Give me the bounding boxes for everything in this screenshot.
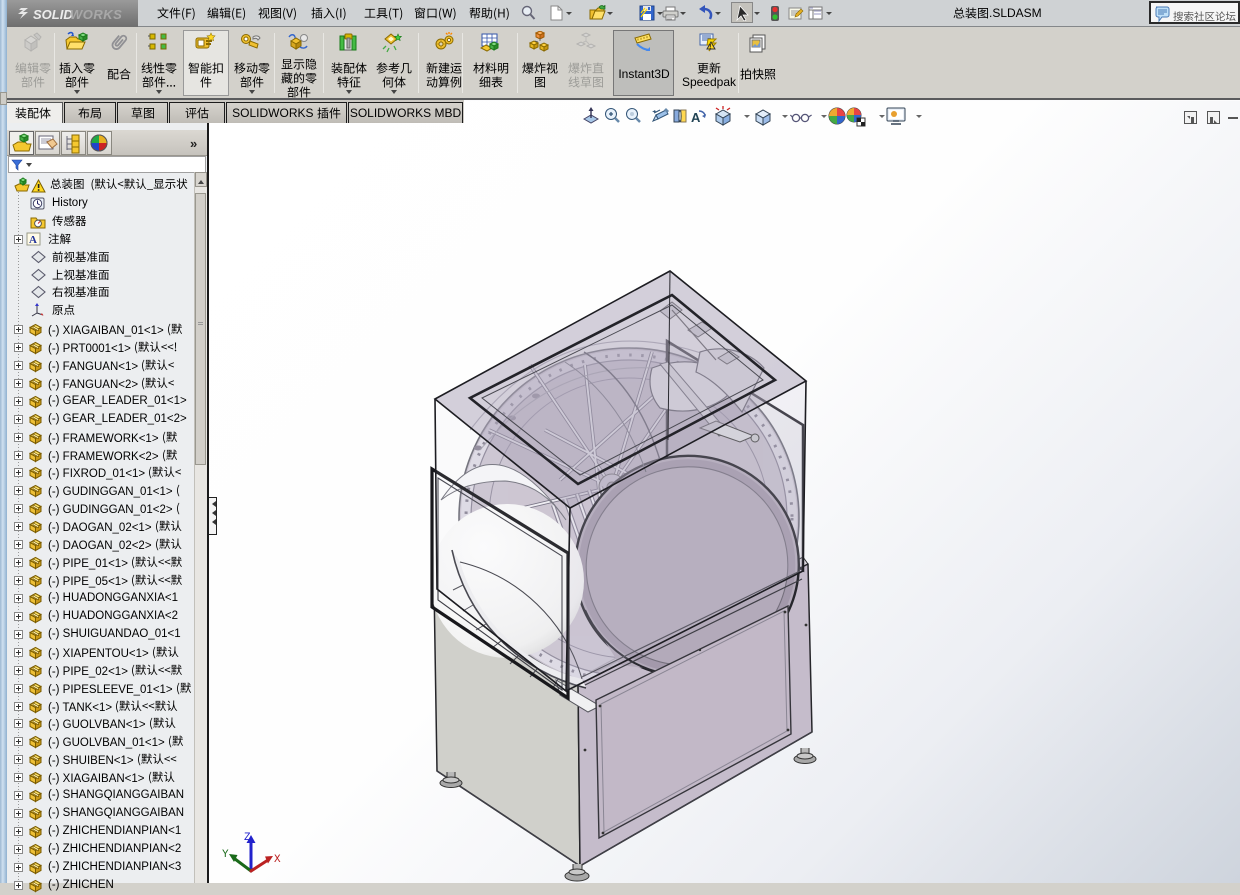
svg-text:SOLID: SOLID	[33, 7, 73, 22]
svg-text:X: X	[274, 854, 281, 866]
svg-text:!: !	[709, 44, 711, 50]
svg-text:Z: Z	[244, 832, 251, 844]
svg-text:A: A	[691, 110, 701, 125]
svg-text:WORKS: WORKS	[70, 7, 122, 22]
svg-text:A: A	[29, 234, 37, 246]
svg-text:Y: Y	[222, 849, 229, 861]
